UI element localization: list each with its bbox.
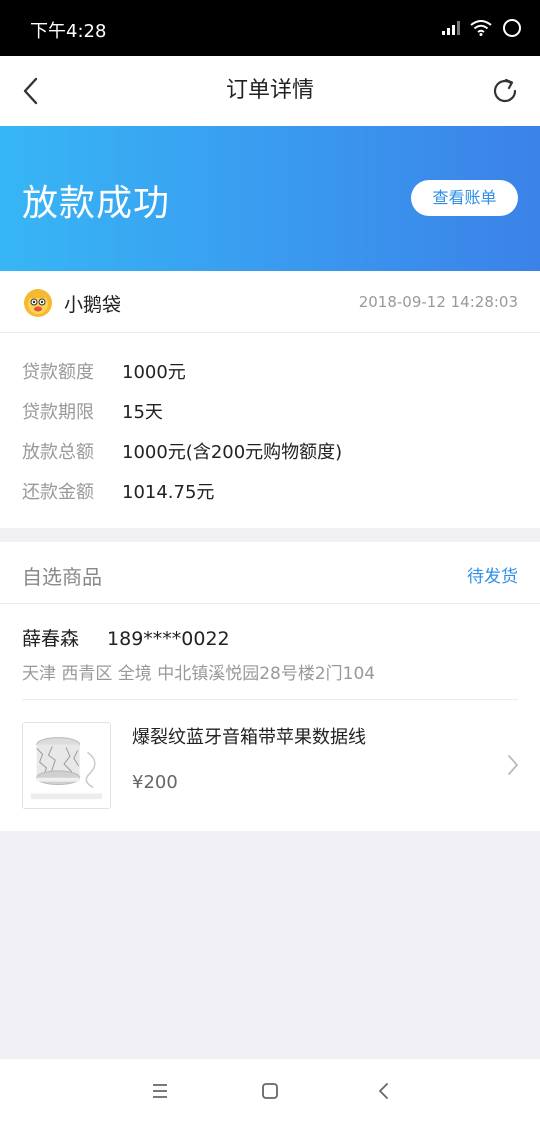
info-label: 贷款额度 [22, 362, 94, 383]
lender-name: 小鹅袋 [64, 294, 122, 316]
info-label: 贷款期限 [22, 402, 94, 423]
order-timestamp: 2018-09-12 14:28:03 [358, 293, 518, 311]
recipient-phone: 189****0022 [107, 628, 230, 650]
goods-card: 自选商品 待发货 薛春森 189****0022 天津 西青区 全境 中北镇溪悦园… [0, 542, 540, 831]
loan-status-title: 放款成功 [22, 183, 171, 224]
nav-bar: 订单详情 [0, 56, 540, 126]
product-price: ¥200 [132, 772, 178, 793]
info-value: 1000元(含200元购物额度) [122, 442, 343, 463]
loan-info-section: 贷款额度 1000元 贷款期限 15天 放款总额 1000元(含200元购物额度) 还… [0, 333, 540, 528]
product-image [22, 722, 111, 809]
info-label: 放款总额 [22, 442, 94, 463]
status-icons [442, 18, 522, 38]
product-name: 爆裂纹蓝牙音箱带苹果数据线 [132, 727, 366, 748]
recipient-name: 薛春森 [22, 628, 80, 650]
lender-logo [24, 289, 52, 317]
info-label: 还款金额 [22, 482, 94, 503]
status-time: 下午4:28 [30, 21, 107, 42]
page-title: 订单详情 [225, 78, 314, 103]
refresh-icon[interactable] [490, 76, 520, 106]
shipping-status[interactable]: 待发货 [467, 562, 518, 587]
loading-icon [503, 19, 521, 37]
lender-row: 小鹅袋 2018-09-12 14:28:03 [0, 271, 540, 333]
home-icon[interactable] [258, 1079, 282, 1103]
info-value: 1014.75元 [122, 482, 215, 503]
status-banner: 放款成功 查看账单 [0, 126, 540, 271]
shipping-address: 薛春森 189****0022 天津 西青区 全境 中北镇溪悦园28号楼2门104 [0, 604, 540, 700]
status-bar: 下午4:28 [0, 0, 540, 56]
wifi-icon [470, 20, 492, 36]
product-item[interactable]: 爆裂纹蓝牙音箱带苹果数据线 ¥200 [0, 700, 540, 831]
address-text: 天津 西青区 全境 中北镇溪悦园28号楼2门104 [22, 664, 376, 684]
goods-title: 自选商品 [22, 565, 102, 589]
disbursed-total-row: 放款总额 1000元(含200元购物额度) [22, 438, 342, 464]
goods-header: 自选商品 待发货 [0, 542, 540, 604]
system-nav-bar [0, 1059, 540, 1124]
view-bill-button[interactable]: 查看账单 [411, 180, 518, 216]
repayment-amount-row: 还款金额 1014.75元 [22, 478, 214, 504]
recipient-line: 薛春森 189****0022 [22, 624, 230, 651]
info-value: 1000元 [122, 362, 186, 383]
back-nav-icon[interactable] [372, 1079, 396, 1103]
loan-term-row: 贷款期限 15天 [22, 398, 163, 424]
menu-icon[interactable] [148, 1079, 172, 1103]
loan-amount-row: 贷款额度 1000元 [22, 358, 186, 384]
signal-icon [442, 21, 460, 35]
chevron-right-icon [508, 755, 518, 775]
info-value: 15天 [122, 402, 163, 423]
